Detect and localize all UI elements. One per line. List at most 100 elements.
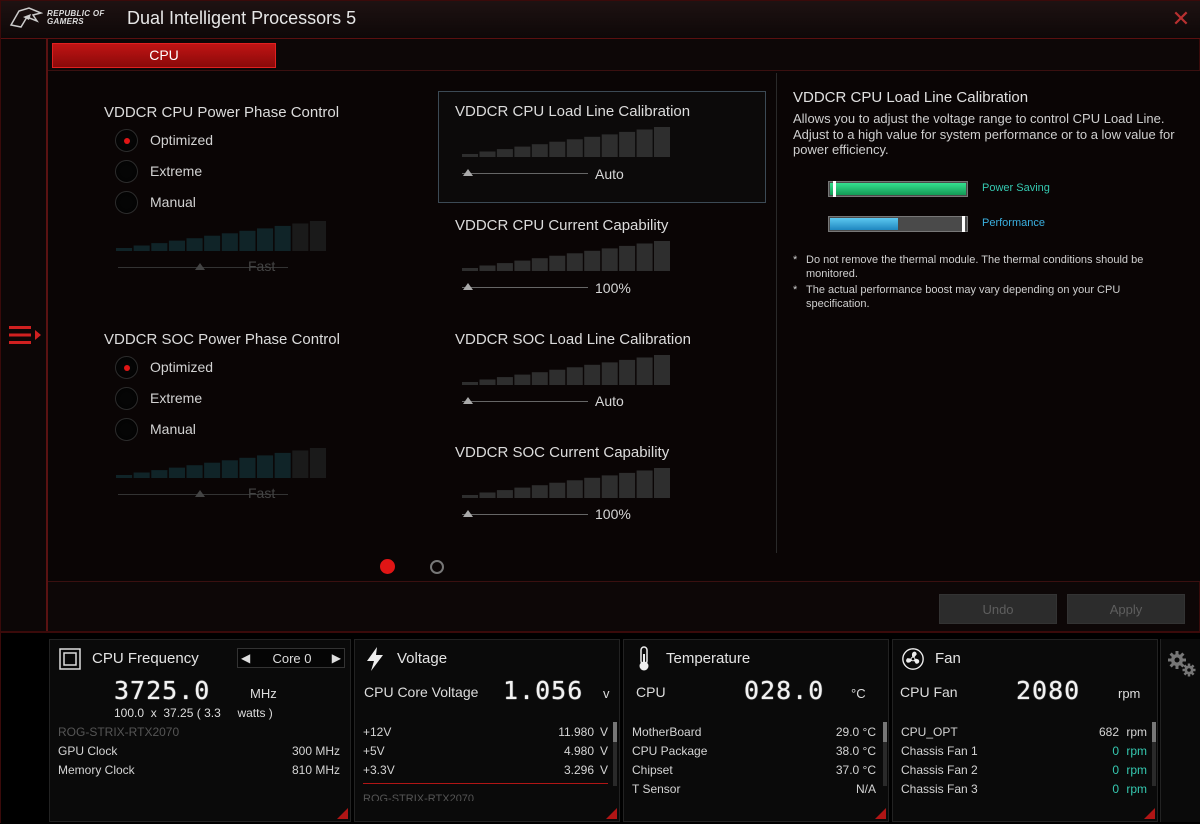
radio-label: Manual [150, 194, 196, 210]
expand-corner-icon[interactable] [337, 808, 348, 819]
ramp-step [257, 455, 274, 478]
ramp-step [636, 470, 653, 498]
memory-clock-row: Memory Clock 810 MHz [58, 763, 340, 779]
rog-eye-icon [9, 7, 44, 28]
scrollbar[interactable] [613, 722, 617, 786]
ramp-step [531, 144, 548, 157]
ramp-step [584, 250, 601, 271]
scrollbar-thumb[interactable] [883, 722, 887, 742]
ramp-step [549, 482, 566, 498]
scrollbar[interactable] [883, 722, 887, 786]
row-key: +3.3V [363, 763, 395, 777]
ramp-step [274, 225, 291, 251]
power-saving-label: Power Saving [982, 182, 1050, 194]
ramp-step [566, 367, 583, 385]
scrollbar[interactable] [1152, 722, 1156, 786]
note-bullet: * [793, 284, 798, 296]
logo-line2: GAMERS [47, 17, 84, 26]
ramp-step [479, 492, 496, 498]
ramp-step [274, 452, 291, 478]
row-value: 0 [1112, 763, 1119, 777]
ramp-step [204, 235, 221, 251]
gear-icon[interactable] [1166, 649, 1198, 679]
cpu-temp-value: 028.0 [744, 676, 825, 705]
ramp-step [496, 263, 513, 271]
ramp-step [619, 245, 636, 271]
bclk-value: 100.0 [114, 706, 145, 720]
slider-track [462, 401, 588, 402]
note-text: The actual performance boost may vary de… [806, 284, 1121, 310]
page-indicator-1[interactable] [380, 559, 395, 574]
row-key: Chipset [632, 763, 673, 777]
cpu-phase-level-ramp [116, 221, 326, 251]
apply-button[interactable]: Apply [1067, 594, 1185, 624]
gpu-clock-row: GPU Clock 300 MHz [58, 744, 340, 760]
row-key: T Sensor [632, 782, 681, 796]
core-next-icon[interactable]: ▶ [332, 651, 341, 665]
thermometer-icon [639, 646, 649, 671]
radio-button[interactable] [115, 387, 138, 410]
ramp-step [292, 450, 309, 478]
voltage-3v3-row: +3.3V 3.296 V [363, 763, 608, 779]
slider-track [462, 514, 588, 515]
ramp-step [566, 139, 583, 157]
page-indicator-2[interactable] [430, 560, 444, 574]
undo-button[interactable]: Undo [939, 594, 1057, 624]
expand-corner-icon[interactable] [875, 808, 886, 819]
info-description: Allows you to adjust the voltage range t… [793, 111, 1175, 157]
radio-label: Manual [150, 421, 196, 437]
row-key: Memory Clock [58, 763, 135, 777]
radio-button[interactable] [115, 418, 138, 441]
slider-thumb[interactable] [463, 283, 473, 290]
radio-button[interactable] [115, 129, 138, 152]
gpu-name-cut-text: ROG-STRIX-RTX2070 [363, 793, 475, 801]
settings-panel [1160, 639, 1200, 822]
temp-cpu-package-row: CPU Package 38.0 °C [632, 744, 876, 760]
soc-phase-title: VDDCR SOC Power Phase Control [104, 331, 340, 348]
cpu-fan-value: 2080 [1016, 676, 1081, 705]
row-unit: rpm [1126, 763, 1147, 777]
ramp-step [549, 141, 566, 157]
ramp-step [309, 448, 326, 478]
radio-button[interactable] [115, 356, 138, 379]
scrollbar-thumb[interactable] [613, 722, 617, 742]
ramp-step [496, 377, 513, 385]
ramp-step [239, 457, 256, 478]
radio-button[interactable] [115, 160, 138, 183]
ramp-step [654, 355, 670, 385]
fan-chassis-2-row: Chassis Fan 2 0 rpm [901, 763, 1147, 779]
ramp-step [601, 362, 618, 385]
ramp-step [309, 221, 326, 251]
slider-value-label: Fast [248, 485, 276, 501]
temp-tsensor-row: T Sensor N/A [632, 782, 876, 798]
slider-thumb[interactable] [463, 169, 473, 176]
performance-bar-fill [830, 218, 898, 230]
app-window: REPUBLIC OF GAMERS Dual Intelligent Proce… [0, 0, 1200, 824]
slider-value-label: Auto [595, 166, 624, 182]
soc-phase-level-ramp [116, 448, 326, 478]
lightning-icon [367, 647, 383, 671]
cpu-frequency-unit: MHz [250, 686, 277, 701]
close-button[interactable]: ✕ [1169, 7, 1193, 31]
ramp-step [168, 467, 185, 478]
slider-thumb[interactable] [463, 397, 473, 404]
ramp-step [654, 241, 670, 271]
menu-icon[interactable] [7, 323, 43, 347]
section-divider [363, 783, 608, 784]
ramp-step [514, 374, 531, 385]
ramp-step [636, 129, 653, 157]
tab-cpu[interactable]: CPU [52, 43, 276, 68]
expand-corner-icon[interactable] [1144, 808, 1155, 819]
expand-corner-icon[interactable] [606, 808, 617, 819]
ramp-step [601, 475, 618, 498]
core-select[interactable]: ◀ Core 0 ▶ [237, 648, 345, 668]
ramp-step [496, 149, 513, 157]
ramp-step [186, 238, 203, 251]
slider-thumb[interactable] [463, 510, 473, 517]
row-value: 38.0 °C [835, 744, 876, 758]
cpu-fan-label: CPU Fan [900, 684, 958, 700]
row-unit: V [599, 725, 608, 739]
scrollbar-thumb[interactable] [1152, 722, 1156, 742]
row-unit: rpm [1126, 782, 1147, 796]
radio-button[interactable] [115, 191, 138, 214]
